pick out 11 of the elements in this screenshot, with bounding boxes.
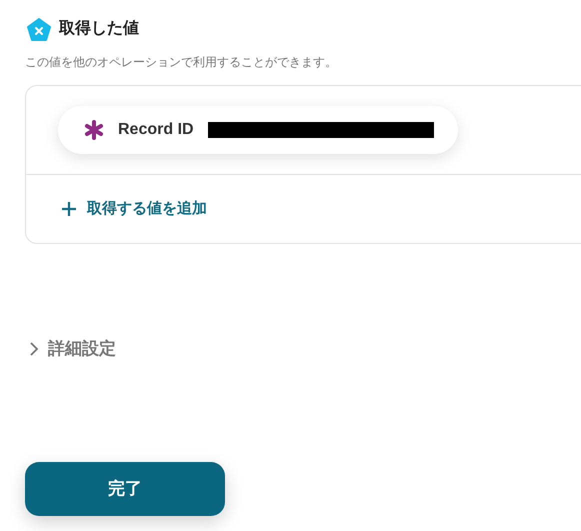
details-toggle[interactable]: 詳細設定: [0, 336, 116, 362]
add-value-button[interactable]: 取得する値を追加: [26, 175, 581, 243]
value-label: Record ID: [118, 120, 194, 140]
plus-icon: [61, 201, 77, 217]
chevron-icon: [28, 340, 40, 357]
logo-icon: [27, 18, 51, 40]
section-description: この値を他のオペレーションで利用することができます。: [24, 54, 338, 71]
done-button[interactable]: 完了: [25, 462, 225, 516]
asterisk-icon: [84, 120, 104, 140]
section-title: 取得した値: [59, 18, 139, 39]
value-chip[interactable]: Record ID: [58, 106, 458, 154]
